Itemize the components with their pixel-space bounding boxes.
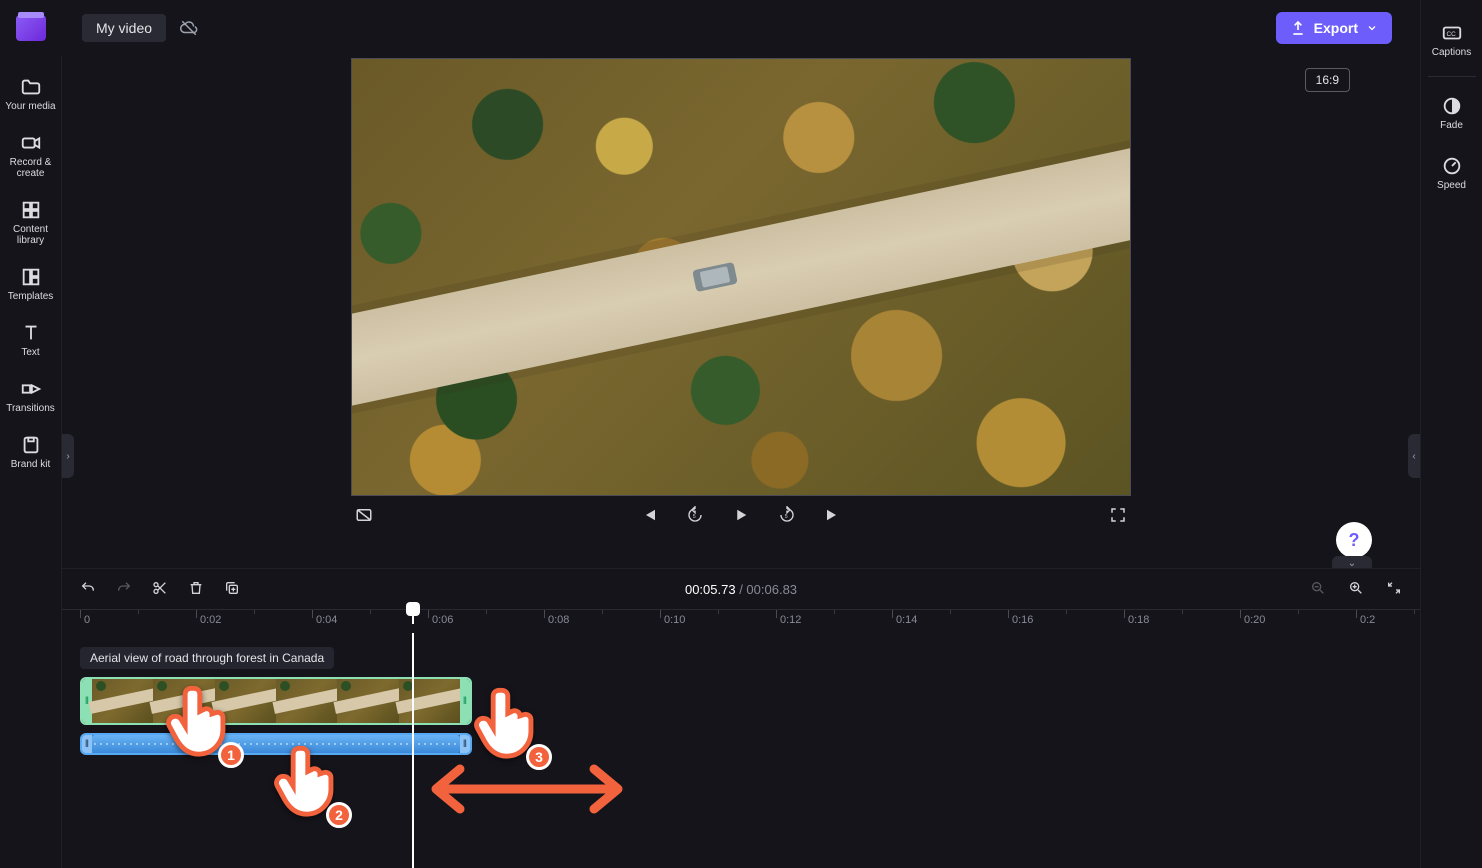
upload-icon <box>1290 20 1306 36</box>
rewind-5-button[interactable]: 5 <box>682 502 708 528</box>
annotation-badge-2: 2 <box>326 802 352 828</box>
redo-button[interactable] <box>110 576 138 603</box>
rightnav-gauge[interactable]: Speed <box>1421 143 1482 203</box>
video-clip[interactable]: ‖ ‖ <box>80 677 472 725</box>
clip-trim-right-handle[interactable]: ‖ <box>460 679 470 723</box>
picture-in-picture-button[interactable] <box>351 502 377 528</box>
leftnav-label: Text <box>21 347 39 358</box>
svg-text:5: 5 <box>785 514 788 520</box>
leftnav-camera[interactable]: Record & create <box>0 122 61 189</box>
leftnav-label: Transitions <box>6 403 55 414</box>
leftnav-brand[interactable]: Brand kit <box>0 424 61 480</box>
clip-tooltip: Aerial view of road through forest in Ca… <box>80 647 334 669</box>
rightnav-cc[interactable]: CC Captions <box>1421 10 1482 70</box>
skip-end-button[interactable] <box>820 502 846 528</box>
leftnav-transitions[interactable]: Transitions <box>0 368 61 424</box>
undo-button[interactable] <box>74 576 102 603</box>
leftnav-templates[interactable]: Templates <box>0 256 61 312</box>
leftnav-label: Your media <box>5 101 55 112</box>
leftnav-label: Templates <box>8 291 54 302</box>
leftnav-label: Record & create <box>10 157 52 179</box>
annotation-badge-3: 3 <box>526 744 552 770</box>
help-fab[interactable]: ? <box>1336 522 1372 558</box>
aspect-ratio-button[interactable]: 16:9 <box>1305 68 1350 92</box>
app-logo[interactable] <box>16 15 46 41</box>
rightnav-label: Fade <box>1440 120 1463 131</box>
leftnav-boxes[interactable]: Content library <box>0 189 61 256</box>
leftnav-label: Brand kit <box>11 459 50 470</box>
forward-5-button[interactable]: 5 <box>774 502 800 528</box>
leftnav-label: Content library <box>0 224 61 246</box>
fit-timeline-button[interactable] <box>1380 576 1408 603</box>
double-arrow-icon <box>422 757 632 821</box>
cloud-off-icon <box>180 19 198 37</box>
leftnav-folder[interactable]: Your media <box>0 66 61 122</box>
svg-text:5: 5 <box>693 514 696 520</box>
delete-button[interactable] <box>182 576 210 603</box>
export-button[interactable]: Export <box>1276 12 1392 44</box>
audio-trim-left-handle[interactable]: ‖ <box>82 735 92 753</box>
leftnav-text[interactable]: Text <box>0 312 61 368</box>
play-button[interactable] <box>728 502 754 528</box>
rightnav-fade[interactable]: Fade <box>1421 83 1482 143</box>
project-title[interactable]: My video <box>82 14 166 42</box>
chevron-down-icon <box>1366 22 1378 34</box>
split-button[interactable] <box>146 576 174 603</box>
timeline-ruler[interactable]: 00:020:040:060:080:100:120:140:160:180:2… <box>62 609 1420 633</box>
skip-start-button[interactable] <box>636 502 662 528</box>
svg-text:CC: CC <box>1446 31 1456 38</box>
zoom-in-button[interactable] <box>1342 576 1370 603</box>
audio-clip[interactable]: ‖ ‖ <box>80 733 472 755</box>
zoom-out-button[interactable] <box>1304 576 1332 603</box>
audio-trim-right-handle[interactable]: ‖ <box>460 735 470 753</box>
fullscreen-button[interactable] <box>1105 502 1131 528</box>
duplicate-button[interactable] <box>218 576 246 603</box>
right-expand-handle[interactable]: ‹ <box>1408 434 1420 478</box>
preview-canvas[interactable] <box>351 58 1131 496</box>
timeline-tracks[interactable]: Aerial view of road through forest in Ca… <box>62 633 1420 868</box>
rightnav-label: Captions <box>1432 47 1471 58</box>
playhead-time: 00:05.73 / 00:06.83 <box>685 582 797 597</box>
rightnav-label: Speed <box>1437 180 1466 191</box>
